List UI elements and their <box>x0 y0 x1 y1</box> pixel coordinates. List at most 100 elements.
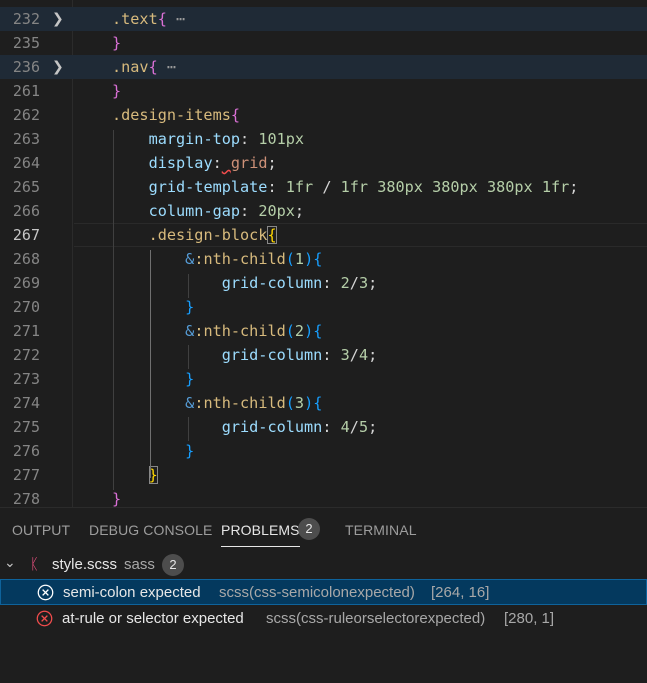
chevron-down-icon[interactable]: ⌄ <box>4 555 16 571</box>
code-line[interactable]: 269 grid-column: 2/3; <box>0 271 647 295</box>
code-line[interactable]: 264 display: grid; <box>0 151 647 175</box>
tab-output[interactable]: OUTPUT <box>12 522 70 538</box>
code-text[interactable]: grid-column: 3/4; <box>112 343 378 367</box>
line-number: 235 <box>12 34 40 52</box>
code-token: 1fr <box>285 178 314 196</box>
code-token: { <box>313 394 323 412</box>
code-text[interactable]: &:nth-child(2){ <box>112 319 322 343</box>
code-line[interactable]: 265 grid-template: 1fr / 1fr 380px 380px… <box>0 175 647 199</box>
code-token: :nth-child <box>194 250 286 268</box>
code-token: } <box>185 370 195 388</box>
code-token: & <box>185 250 195 268</box>
code-token: 5 <box>358 418 369 436</box>
code-text[interactable]: margin-top: 101px <box>112 127 304 151</box>
code-text[interactable]: grid-column: 2/3; <box>112 271 378 295</box>
code-text[interactable]: } <box>112 79 121 103</box>
code-token: / <box>313 178 341 196</box>
code-text[interactable]: } <box>112 487 121 507</box>
code-line[interactable]: 236 ❯ .nav{ ⋯ <box>0 55 647 79</box>
code-line[interactable]: 268 &:nth-child(1){ <box>0 247 647 271</box>
code-text[interactable]: .design-items{ <box>112 103 240 127</box>
code-text[interactable]: .text{ ⋯ <box>112 7 185 31</box>
indent-guide <box>113 130 114 490</box>
code-token: grid-column <box>221 346 323 364</box>
code-token: : <box>240 130 259 148</box>
code-line[interactable]: 271 &:nth-child(2){ <box>0 319 647 343</box>
code-line[interactable]: 273 } <box>0 367 647 391</box>
code-text[interactable]: } <box>112 31 121 55</box>
code-token: :nth-child <box>194 322 286 340</box>
code-token: grid-column <box>221 418 323 436</box>
code-token: { <box>230 106 241 124</box>
code-token: ; <box>294 202 305 220</box>
code-line[interactable]: 275 grid-column: 4/5; <box>0 415 647 439</box>
chevron-right-icon[interactable]: ❯ <box>52 55 66 79</box>
code-token: .nav <box>112 58 149 76</box>
code-token: grid-column <box>221 274 323 292</box>
code-text[interactable]: .design-block{ <box>112 223 277 247</box>
chevron-right-icon[interactable]: ❯ <box>52 7 66 31</box>
code-text[interactable]: } <box>112 367 194 391</box>
problems-file-row[interactable]: ⌄ ᛕ style.scss sass 2 <box>0 552 647 578</box>
code-line[interactable]: 276 } <box>0 439 647 463</box>
code-text[interactable]: } <box>112 295 194 319</box>
code-editor[interactable]: 232 ❯ .text{ ⋯ 235} 236 ❯ .nav{ ⋯ 261} 262 .desig… <box>0 0 647 507</box>
bottom-panel: OUTPUT DEBUG CONSOLE PROBLEMS 2 TERMINAL… <box>0 507 647 683</box>
indent-guide <box>188 345 189 369</box>
code-text[interactable]: } <box>112 439 194 463</box>
code-token: ( <box>285 322 295 340</box>
indent-guide-active <box>150 250 151 478</box>
code-token: ; <box>368 274 378 292</box>
code-token: 2 <box>340 274 350 292</box>
code-text[interactable]: &:nth-child(3){ <box>112 391 322 415</box>
code-line[interactable]: 277 } <box>0 463 647 487</box>
code-line[interactable]: 263 margin-top: 101px <box>0 127 647 151</box>
code-token: .text <box>112 10 158 28</box>
code-line[interactable]: 272 grid-column: 3/4; <box>0 343 647 367</box>
code-text[interactable]: grid-template: 1fr / 1fr 380px 380px 380… <box>112 175 579 199</box>
code-token: & <box>185 394 195 412</box>
tab-problems[interactable]: PROBLEMS <box>221 522 300 547</box>
problem-message: semi-colon expected <box>63 584 201 601</box>
code-token: ; <box>368 418 378 436</box>
code-line[interactable]: 267 .design-block{ <box>0 223 647 247</box>
code-text[interactable]: .nav{ ⋯ <box>112 55 176 79</box>
code-line[interactable]: 266 column-gap: 20px; <box>0 199 647 223</box>
tab-debug-console[interactable]: DEBUG CONSOLE <box>89 522 212 538</box>
line-number: 276 <box>12 442 40 460</box>
code-line[interactable]: 274 &:nth-child(3){ <box>0 391 647 415</box>
line-number: 232 <box>12 10 40 28</box>
code-line[interactable]: 270 } <box>0 295 647 319</box>
code-token: { <box>267 226 277 244</box>
code-token: { <box>148 58 158 76</box>
error-icon <box>37 584 54 601</box>
code-text[interactable]: column-gap: 20px; <box>112 199 304 223</box>
code-text[interactable]: &:nth-child(1){ <box>112 247 322 271</box>
problem-item-1[interactable]: semi-colon expected scss(css-semicolonex… <box>0 579 647 605</box>
tab-terminal[interactable]: TERMINAL <box>345 522 417 538</box>
code-token: 3 <box>340 346 350 364</box>
code-token: column-gap <box>148 202 241 220</box>
code-line[interactable]: 235} <box>0 31 647 55</box>
problem-item-2[interactable]: at-rule or selector expected scss(css-ru… <box>0 606 647 632</box>
code-line[interactable]: 262 .design-items{ <box>0 103 647 127</box>
code-line[interactable]: 278} <box>0 487 647 507</box>
code-token: { <box>313 322 323 340</box>
line-number: 271 <box>12 322 40 340</box>
code-text[interactable]: grid-column: 4/5; <box>112 415 378 439</box>
file-language: sass <box>124 556 155 573</box>
file-name: style.scss <box>52 556 118 573</box>
code-token: 3 <box>358 274 369 292</box>
indent-guide <box>188 274 189 298</box>
code-token: 101px <box>258 130 305 148</box>
code-line[interactable]: 232 ❯ .text{ ⋯ <box>0 7 647 31</box>
code-token: } <box>185 442 195 460</box>
code-text[interactable]: display: grid; <box>112 151 277 175</box>
line-number: 264 <box>12 154 40 172</box>
code-line[interactable]: 261} <box>0 79 647 103</box>
